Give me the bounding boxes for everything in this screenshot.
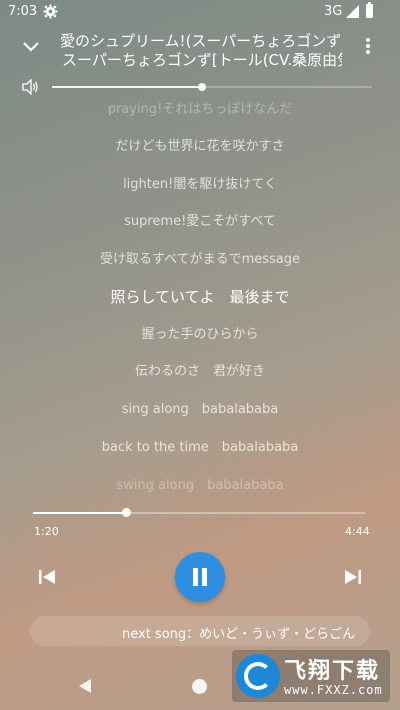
seek-bar[interactable]	[33, 508, 365, 517]
battery-icon	[366, 2, 373, 18]
dot	[366, 44, 370, 48]
lyric-line[interactable]: supreme!愛こそがすべて	[0, 210, 400, 229]
song-title: 愛のシュプリーム!(スーパーちょろゴンず	[60, 32, 342, 50]
lyric-line[interactable]: praying!それはちっぽけなんだ	[0, 98, 400, 117]
watermark-url: www.FXXZ.com	[284, 683, 383, 697]
lyric-line[interactable]: swing along babalababa	[0, 474, 400, 493]
lyrics-panel[interactable]: praying!それはちっぽけなんだ だけども世界に花を咲かすさ lighten!闇…	[0, 90, 400, 493]
total-duration: 4:44	[345, 525, 370, 538]
lyric-line[interactable]: 握った手のひらから	[0, 323, 400, 342]
lyric-line[interactable]: sing along babalababa	[0, 398, 400, 417]
watermark-title: 飞翔下载	[284, 659, 381, 684]
lyric-line[interactable]: だけども世界に花を咲かすさ	[0, 135, 400, 154]
watermark: 飞翔下载 www.FXXZ.com	[232, 650, 390, 702]
network-type: 3G	[324, 4, 343, 19]
next-track-button[interactable]	[340, 566, 364, 588]
watermark-logo	[236, 654, 280, 698]
lyric-line[interactable]: 伝わるのさ 君が好き	[0, 360, 400, 379]
lyric-line[interactable]: lighten!闇を駆け抜けてく	[0, 173, 400, 192]
status-bar: 7:03 3G	[0, 0, 400, 24]
signal-icon	[346, 5, 359, 18]
collapse-button[interactable]	[16, 36, 46, 58]
pause-button[interactable]	[175, 552, 225, 602]
lyric-line[interactable]: back to the time babalababa	[0, 436, 400, 455]
elapsed-time: 1:20	[34, 525, 59, 538]
nav-home-icon[interactable]	[192, 679, 207, 694]
nav-back-icon[interactable]	[77, 678, 93, 694]
pause-icon-bar	[193, 568, 198, 586]
volume-slider[interactable]	[52, 83, 372, 91]
song-artist: スーパーちょろゴンず[トール(CV.桑原由気)...	[62, 51, 342, 69]
previous-track-button[interactable]	[36, 566, 60, 588]
more-options-button[interactable]	[358, 36, 378, 60]
next-song-label: next song：めいど・うぃず・どらごん	[122, 627, 356, 642]
volume-fill	[52, 86, 202, 88]
current-lyric-line[interactable]: 照らしていてよ 最後まで	[0, 286, 400, 307]
pause-icon-bar	[202, 568, 207, 586]
next-song-bar[interactable]: next song：めいど・うぃず・どらごん	[30, 616, 370, 646]
gear-icon	[43, 4, 58, 19]
dot	[366, 50, 370, 54]
dot	[366, 38, 370, 42]
lyric-line[interactable]: 受け取るすべてがまるでmessage	[0, 248, 400, 267]
seek-fill	[33, 512, 126, 514]
clock: 7:03	[8, 4, 38, 19]
seek-thumb[interactable]	[122, 508, 131, 517]
